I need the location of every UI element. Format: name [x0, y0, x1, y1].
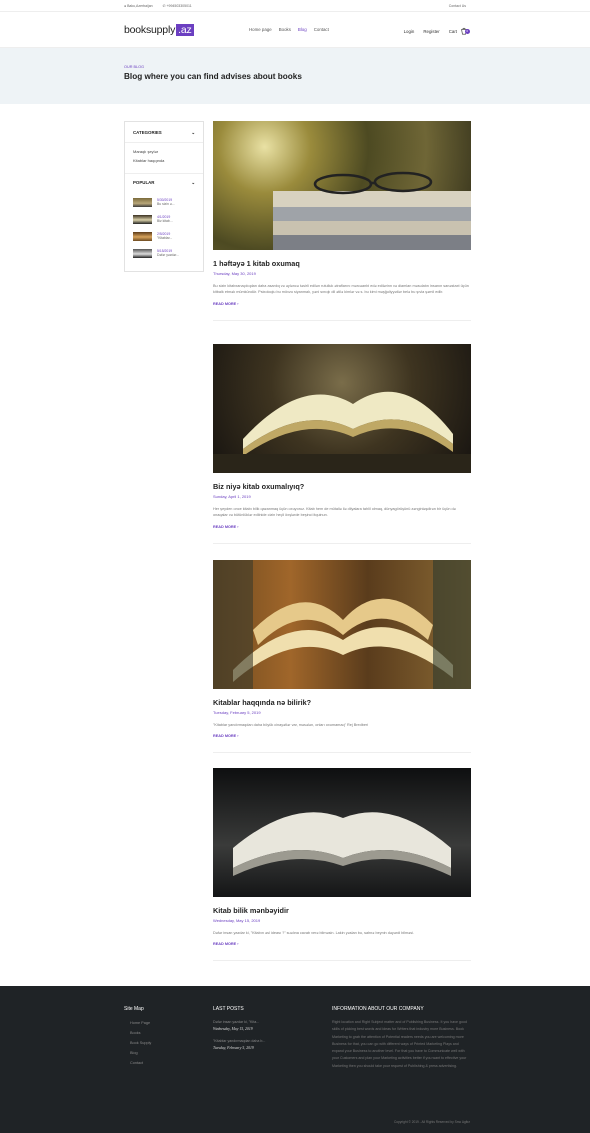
cart-count-badge: 0 [464, 29, 470, 34]
post-title[interactable]: Kitab bilik mənbəyidir [213, 906, 471, 915]
phone-info[interactable]: ✆ +994503305011 [163, 4, 192, 8]
hero-kicker: OUR BLOG [124, 65, 145, 69]
post-thumbnail [133, 232, 152, 241]
post-image[interactable] [213, 768, 471, 897]
chevron-right-icon: › [237, 734, 239, 739]
last-post-date: Tuesday, February 5, 2019 [213, 1046, 254, 1050]
nav-blog[interactable]: Blog [298, 27, 307, 32]
footer-link[interactable]: Blog [130, 1048, 151, 1058]
post-thumbnail [133, 198, 152, 207]
footer-link[interactable]: Contact [130, 1058, 151, 1068]
category-item[interactable]: Kitablar haqqında [125, 158, 203, 163]
post-title[interactable]: Biz niyə kitab oxumalıyıq? [213, 482, 471, 491]
footer: Site Map Home Page Books Book Supply Blo… [0, 986, 590, 1133]
divider [213, 542, 471, 544]
last-post-link[interactable]: "Kitablar yandırmaqdan daha b... [213, 1039, 313, 1043]
divider [213, 319, 471, 321]
sidebar: CATEGORIES ⌄ Maraqlı şeylər Kitablar haqq… [124, 121, 204, 272]
page-title: Blog where you can find advises about bo… [124, 72, 302, 81]
post-title[interactable]: 1 həftəyə 1 kitab oxumaq [213, 259, 471, 268]
footer-link[interactable]: Book Supply [130, 1038, 151, 1048]
logo[interactable]: booksupply .az [124, 24, 194, 36]
popular-post[interactable]: 4/1/2019 Biz kitab... [133, 215, 173, 224]
categories-header[interactable]: CATEGORIES ⌄ [125, 130, 203, 136]
popular-post[interactable]: 2/5/2019 "Kitablar... [133, 232, 172, 241]
post-date: Sunday, April 1, 2019 [213, 494, 251, 499]
divider [213, 752, 471, 754]
post-excerpt: Bu sizin kitabxanaçılıqdan daha asanlıq … [213, 284, 469, 295]
read-more-link[interactable]: READ MORE › [213, 734, 471, 738]
chevron-down-icon: ⌄ [191, 130, 195, 135]
blog-post: Biz niyə kitab oxumalıyıq? Sunday, April… [213, 344, 471, 544]
top-bar: ● Baku,Azerbaijan ✆ +994503305011 Contac… [0, 0, 590, 12]
post-excerpt: "Kitablar yandırmaqdan daha böyük cinayə… [213, 723, 369, 727]
post-date: Tuesday, February 5, 2019 [213, 710, 261, 715]
blog-post: 1 həftəyə 1 kitab oxumaq Thursday, May 3… [213, 121, 471, 321]
read-more-link[interactable]: READ MORE › [213, 302, 471, 306]
post-excerpt: Her şeyden once kitabı bilik qazanmaq üç… [213, 507, 456, 518]
page-hero: OUR BLOG Blog where you can find advises… [0, 48, 590, 104]
last-posts-title: LAST POSTS [213, 1006, 244, 1012]
post-date: Thursday, May 30, 2019 [213, 271, 256, 276]
sitemap-title: Site Map [124, 1006, 144, 1012]
post-thumbnail [133, 215, 152, 224]
company-info-text: Right location and Right Subject matter … [332, 1020, 468, 1068]
last-post-date: Wednesday, May 15, 2019 [213, 1027, 253, 1031]
chevron-right-icon: › [237, 524, 239, 529]
post-image[interactable] [213, 121, 471, 250]
copyright: Copyright © 2019 - All Rights Reserved b… [393, 1120, 470, 1124]
divider [213, 960, 471, 962]
footer-link[interactable]: Books [130, 1028, 151, 1038]
location-info: ● Baku,Azerbaijan [124, 4, 153, 8]
footer-link[interactable]: Home Page [130, 1018, 151, 1028]
popular-post[interactable]: 5/15/2019 Dəfər yəzdər... [133, 249, 179, 258]
popular-header[interactable]: POPULAR ⌄ [125, 180, 203, 186]
register-link[interactable]: Register [423, 29, 439, 34]
post-image[interactable] [213, 560, 471, 689]
nav-books[interactable]: Books [279, 27, 291, 32]
chevron-right-icon: › [237, 301, 239, 306]
post-date: Wednesday, May 15, 2019 [213, 918, 261, 923]
contact-us-link[interactable]: Contact Us [449, 4, 466, 8]
read-more-link[interactable]: READ MORE › [213, 942, 471, 946]
main-nav: booksupply .az Home page Books Blog Conta… [0, 12, 590, 48]
blog-post: Kitablar haqqında nə bilirik? Tuesday, F… [213, 560, 471, 754]
post-image[interactable] [213, 344, 471, 473]
post-excerpt: Dəfər insan yazdar ki, "Kitabın əsl idea… [213, 931, 415, 935]
nav-contact[interactable]: Contact [314, 27, 329, 32]
last-post-link[interactable]: Dəfər insan yazdar ki, "Kita... [213, 1020, 313, 1024]
nav-home[interactable]: Home page [249, 27, 272, 32]
blog-post: Kitab bilik mənbəyidir Wednesday, May 15… [213, 768, 471, 962]
company-info-title: INFORMATION ABOUT OUR COMPANY [332, 1006, 424, 1012]
post-title[interactable]: Kitablar haqqında nə bilirik? [213, 698, 471, 707]
post-thumbnail [133, 249, 152, 258]
category-item[interactable]: Maraqlı şeylər [125, 149, 203, 154]
chevron-down-icon: ⌄ [191, 180, 195, 185]
read-more-link[interactable]: READ MORE › [213, 525, 471, 529]
cart-button[interactable]: Cart 0 [449, 27, 470, 35]
popular-post[interactable]: 5/30/2019 Bu sizin ə... [133, 198, 175, 207]
chevron-right-icon: › [237, 942, 239, 947]
login-link[interactable]: Login [404, 29, 415, 34]
